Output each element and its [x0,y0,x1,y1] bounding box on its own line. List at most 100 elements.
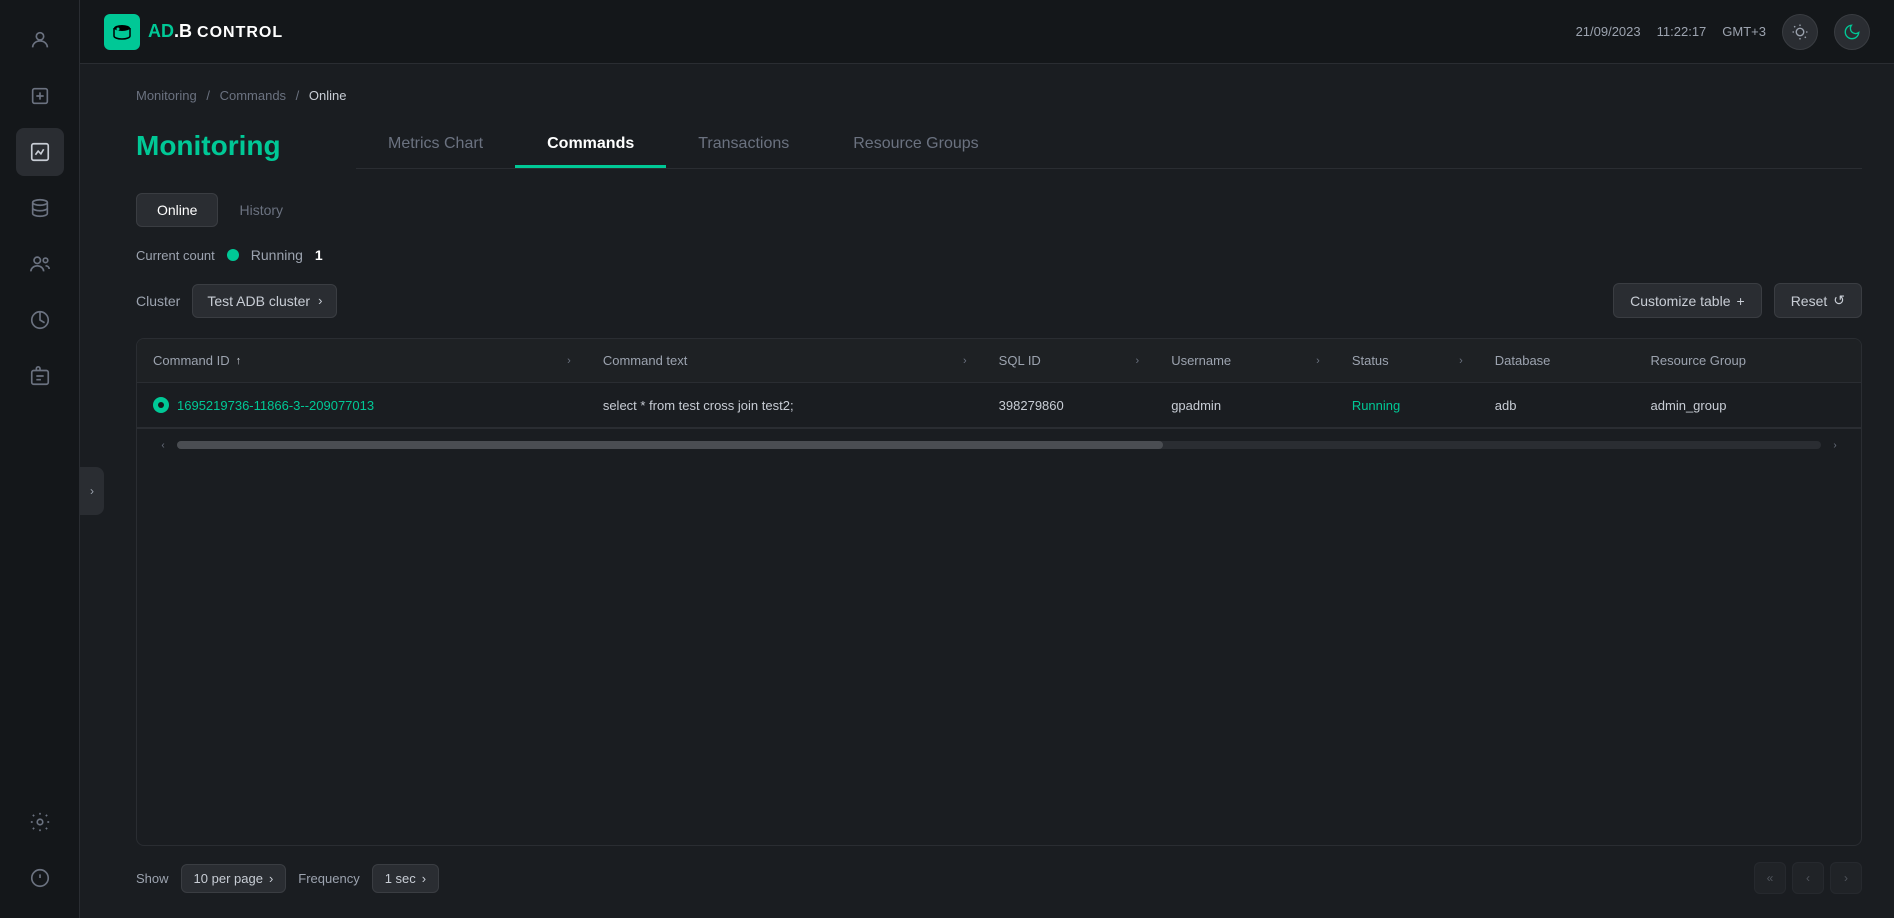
show-label: Show [136,871,169,886]
reset-label: Reset [1791,293,1828,309]
col-command-id: Command ID ↑ › [137,339,587,383]
breadcrumb-monitoring[interactable]: Monitoring [136,88,197,103]
cluster-label: Cluster [136,293,180,309]
per-page-select[interactable]: 10 per page › [181,864,287,893]
tab-transactions[interactable]: Transactions [666,123,821,168]
sub-tabs-container: Online History [136,193,1862,227]
logo-ad: AD [148,21,174,41]
toolbar: Cluster Test ADB cluster › Customize tab… [136,283,1862,318]
scroll-left-arrow[interactable]: ‹ [153,435,173,455]
col-sql-id: SQL ID › [983,339,1156,383]
cell-resource-group: admin_group [1635,383,1861,428]
col-expand-icon[interactable]: › [567,355,571,367]
logo-b: .B [174,21,192,41]
cell-database: adb [1479,383,1635,428]
frequency-chevron: › [422,871,426,886]
col-username-label: Username [1171,353,1231,368]
table-footer: Show 10 per page › Frequency 1 sec › « ‹… [136,862,1862,894]
col-sql-id-label: SQL ID [999,353,1041,368]
frequency-value: 1 sec [385,871,416,886]
cell-sql-id: 398279860 [983,383,1156,428]
page-body: › Monitoring / Commands / Online Monitor… [80,64,1894,918]
tabs-container: Metrics Chart Commands Transactions Reso… [356,123,1862,169]
col-status: Status › [1336,339,1479,383]
status-bar: Current count Running 1 [136,247,1862,263]
content-area: Monitoring / Commands / Online Monitorin… [104,64,1894,918]
cell-command-text: select * from test cross join test2; [587,383,983,428]
sidebar-item-export[interactable] [16,72,64,120]
sidebar-item-database[interactable] [16,184,64,232]
theme-toggle-button[interactable] [1782,14,1818,50]
sub-tab-online[interactable]: Online [136,193,218,227]
sub-tab-history[interactable]: History [218,193,304,227]
tab-metrics-chart[interactable]: Metrics Chart [356,123,515,168]
table-element: Command ID ↑ › Command text › [137,339,1861,428]
breadcrumb-online[interactable]: Online [309,88,347,103]
running-label: Running [251,247,303,263]
col-sql-id-expand[interactable]: › [1136,355,1140,367]
header: AD.B CONTROL 21/09/2023 11:22:17 GMT+3 [80,0,1894,64]
cell-command-id: 1695219736-11866-3--209077013 [137,383,587,428]
col-username-expand[interactable]: › [1316,355,1320,367]
customize-table-button[interactable]: Customize table + [1613,283,1762,318]
table-row: 1695219736-11866-3--209077013 select * f… [137,383,1861,428]
logo-icon [104,14,140,50]
col-command-text-expand[interactable]: › [963,355,967,367]
sort-icon: ↑ [236,355,242,367]
tab-commands[interactable]: Commands [515,123,666,168]
cell-username: gpadmin [1155,383,1336,428]
col-username: Username › [1155,339,1336,383]
plus-icon: + [1737,293,1745,309]
sidebar-item-monitoring[interactable] [16,128,64,176]
reset-button[interactable]: Reset ↺ [1774,283,1862,318]
cluster-value: Test ADB cluster [207,293,310,309]
table-header-row: Command ID ↑ › Command text › [137,339,1861,383]
sidebar-item-users[interactable] [16,240,64,288]
logo: AD.B CONTROL [104,14,1560,50]
breadcrumb-sep-1: / [206,88,210,103]
logo-text: AD.B CONTROL [148,21,283,42]
title-tabs-row: Monitoring Metrics Chart Commands Transa… [136,123,1862,169]
scroll-right-arrow[interactable]: › [1825,435,1845,455]
per-page-chevron: › [269,871,273,886]
cell-status: Running [1336,383,1479,428]
current-count-label: Current count [136,248,215,263]
frequency-label: Frequency [298,871,359,886]
sidebar-item-user[interactable] [16,16,64,64]
sidebar-expand-toggle[interactable]: › [80,467,104,515]
header-timezone: GMT+3 [1722,24,1766,39]
col-status-label: Status [1352,353,1389,368]
horizontal-scrollbar: ‹ › [137,428,1861,461]
running-dot [227,249,239,261]
sidebar-item-analytics[interactable] [16,296,64,344]
cluster-select[interactable]: Test ADB cluster › [192,284,337,318]
next-page-button[interactable]: › [1830,862,1862,894]
night-mode-button[interactable] [1834,14,1870,50]
first-page-button[interactable]: « [1754,862,1786,894]
header-time: 11:22:17 [1657,24,1707,39]
frequency-select[interactable]: 1 sec › [372,864,439,893]
breadcrumb-sep-2: / [296,88,300,103]
reset-icon: ↺ [1833,292,1845,309]
running-count: 1 [315,247,323,263]
prev-page-button[interactable]: ‹ [1792,862,1824,894]
customize-table-label: Customize table [1630,293,1730,309]
col-status-expand[interactable]: › [1459,355,1463,367]
col-command-text: Command text › [587,339,983,383]
breadcrumb-commands[interactable]: Commands [220,88,286,103]
sidebar [0,0,80,918]
status-value: Running [1352,398,1400,413]
header-right: 21/09/2023 11:22:17 GMT+3 [1576,14,1870,50]
col-resource-group-label: Resource Group [1651,353,1746,368]
sidebar-item-jobs[interactable] [16,352,64,400]
sidebar-item-settings[interactable] [16,798,64,846]
command-id-link[interactable]: 1695219736-11866-3--209077013 [177,398,374,413]
pagination-controls: « ‹ › [1754,862,1862,894]
scroll-thumb [177,441,1163,449]
logo-control: CONTROL [197,24,283,41]
page-title: Monitoring [136,130,356,162]
sidebar-item-info[interactable] [16,854,64,902]
tab-resource-groups[interactable]: Resource Groups [821,123,1010,168]
scroll-track[interactable] [177,441,1821,449]
col-command-text-label: Command text [603,353,688,368]
